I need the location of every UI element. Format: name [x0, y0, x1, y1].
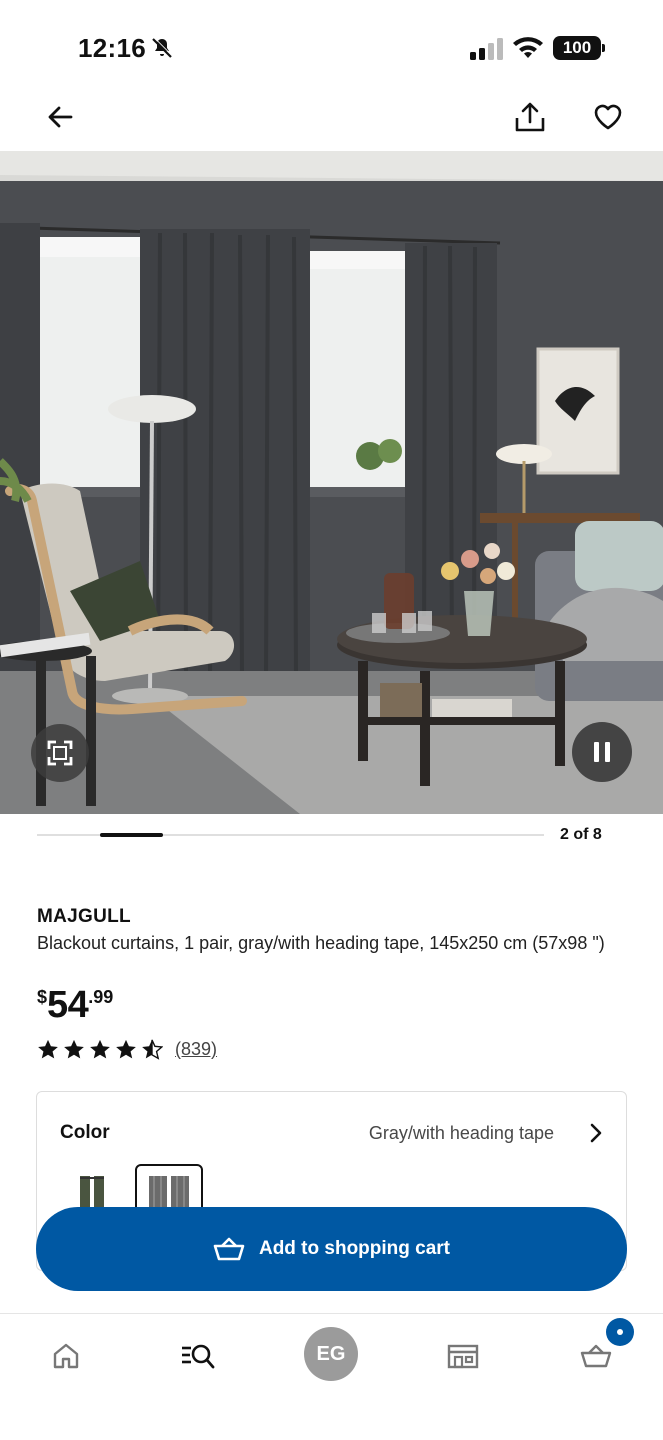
pause-button[interactable] — [572, 722, 632, 782]
battery-indicator: 100 — [553, 36, 605, 60]
cart-notification-badge — [606, 1318, 634, 1346]
pause-icon — [594, 742, 610, 762]
tab-profile[interactable]: EG — [301, 1324, 361, 1384]
living-room-scene-image — [0, 151, 663, 814]
color-label: Color — [60, 1122, 110, 1143]
price-integer: 54 — [47, 984, 89, 1026]
status-time: 12:16 — [78, 33, 146, 63]
status-bar: 12:16 100 — [0, 0, 663, 95]
avatar: EG — [304, 1327, 358, 1381]
star-icon — [90, 1039, 110, 1059]
carousel-counter: 2 of 8 — [560, 826, 602, 843]
chevron-right-icon — [590, 1123, 602, 1143]
star-icon — [116, 1039, 136, 1059]
product-rating[interactable]: (839) — [37, 1039, 217, 1060]
add-to-cart-button[interactable]: Add to shopping cart — [36, 1207, 627, 1291]
product-description: Blackout curtains, 1 pair, gray/with hea… — [37, 933, 605, 953]
star-icon — [64, 1039, 84, 1059]
share-button[interactable] — [508, 95, 552, 139]
star-half-icon — [142, 1039, 163, 1060]
price-decimal: .99 — [88, 987, 114, 1007]
share-icon — [515, 102, 545, 132]
heart-icon — [594, 104, 622, 130]
fullscreen-button[interactable] — [31, 724, 89, 782]
product-name: MAJGULL — [37, 906, 131, 927]
product-price: $54.99 — [37, 984, 113, 1027]
back-button[interactable] — [38, 95, 82, 139]
tab-home[interactable] — [36, 1326, 96, 1386]
carousel-progress-indicator — [100, 833, 163, 837]
review-count-link[interactable]: (839) — [175, 1039, 217, 1060]
add-to-cart-label: Add to shopping cart — [258, 1238, 451, 1259]
price-currency: $ — [37, 987, 48, 1007]
search-icon — [182, 1344, 215, 1369]
color-swatch-dark-green[interactable] — [72, 1170, 112, 1210]
rating-stars — [37, 1039, 163, 1060]
tab-search[interactable] — [168, 1326, 228, 1386]
tab-stores[interactable] — [433, 1326, 493, 1386]
home-icon — [53, 1343, 79, 1369]
top-nav-bar — [0, 95, 663, 151]
product-image-carousel[interactable] — [0, 151, 663, 814]
cell-signal-icon — [470, 38, 504, 65]
bottom-tab-bar: EG — [0, 1313, 663, 1440]
favorite-button[interactable] — [586, 95, 630, 139]
bell-muted-icon — [150, 36, 174, 65]
fullscreen-icon — [47, 740, 73, 766]
star-icon — [38, 1039, 58, 1059]
color-selector-row[interactable]: Color Gray/with heading tape — [60, 1118, 608, 1150]
shopping-basket-icon — [213, 1237, 245, 1261]
color-selected-value: Gray/with heading tape — [368, 1123, 554, 1143]
cart-icon — [580, 1344, 612, 1368]
wifi-icon — [512, 36, 544, 65]
store-icon — [447, 1344, 479, 1369]
arrow-left-icon — [48, 106, 73, 128]
